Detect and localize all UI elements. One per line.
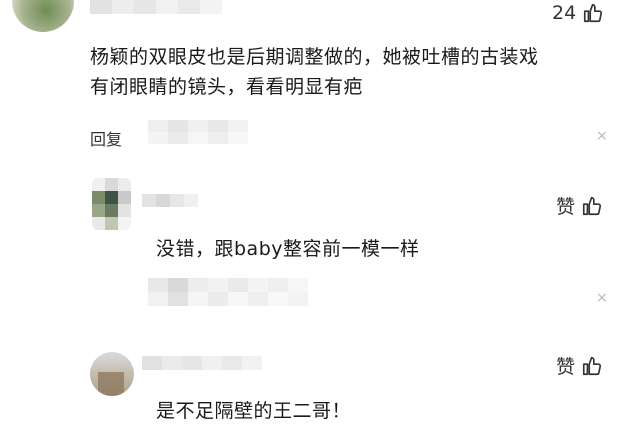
reply-link[interactable]: 回复 [90, 126, 122, 150]
close-icon[interactable]: × [596, 128, 608, 144]
avatar[interactable] [92, 178, 131, 230]
timestamp-mosaic [148, 120, 248, 144]
like-button[interactable]: 赞 [556, 192, 603, 219]
username-mosaic [90, 0, 222, 14]
avatar[interactable] [90, 352, 134, 396]
avatar[interactable] [12, 0, 74, 32]
username-mosaic [142, 356, 262, 370]
like-count: 24 [552, 2, 577, 24]
thumbs-up-icon [584, 3, 603, 23]
reply-text: 没错，跟baby整容前一模一样 [156, 238, 420, 260]
username-mosaic [142, 194, 198, 207]
close-icon[interactable]: × [596, 290, 608, 306]
thumbs-up-icon [582, 356, 602, 375]
like-label: 赞 [556, 356, 576, 378]
reply-text: 是不足隔壁的王二哥！ [156, 400, 352, 422]
comment-text-line-1: 杨颖的双眼皮也是后期调整做的，她被吐槽的古装戏 [90, 46, 539, 68]
timestamp-mosaic [148, 278, 308, 306]
thumbs-up-icon [582, 196, 602, 215]
comment-text-line-2: 有闭眼睛的镜头，看看明显有疤 [90, 76, 364, 98]
like-label: 赞 [556, 196, 576, 218]
like-button[interactable]: 24 [552, 2, 604, 24]
like-button[interactable]: 赞 [556, 352, 603, 379]
